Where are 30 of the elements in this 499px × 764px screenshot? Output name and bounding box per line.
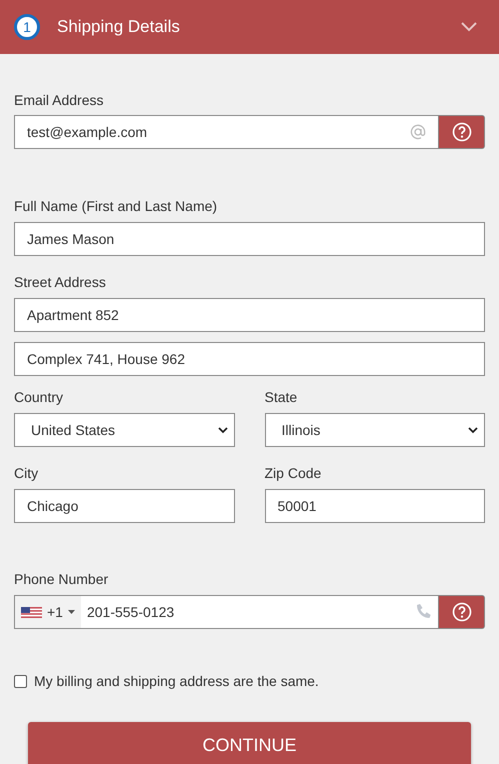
field-label: Phone Number xyxy=(14,570,110,588)
chevron-down-icon xyxy=(468,426,478,434)
field-label: Country xyxy=(14,388,64,406)
state-dropdown[interactable]: Illinois xyxy=(264,413,485,447)
question-icon xyxy=(452,122,472,142)
address-field[interactable]: Apartment 852 xyxy=(14,298,485,332)
section-header[interactable]: 1 Shipping Details xyxy=(0,0,499,54)
question-icon xyxy=(452,602,472,622)
name-field[interactable]: James Mason xyxy=(14,222,485,256)
chevron-down-icon xyxy=(218,426,228,434)
zip-field[interactable]: 50001 xyxy=(264,489,485,523)
checkbox-label: My billing and shipping address are the same. xyxy=(34,672,319,691)
section-title: Shipping Details xyxy=(57,16,180,38)
address-field[interactable]: Complex 741, House 962 xyxy=(14,342,485,376)
field-label: Zip Code xyxy=(264,464,322,482)
email-field[interactable]: test@example.com xyxy=(14,115,439,149)
field-label: Email Address xyxy=(14,91,104,109)
continue-button[interactable]: CONTINUE xyxy=(28,722,471,764)
checkbox[interactable] xyxy=(14,675,27,688)
field-label: State xyxy=(264,388,298,406)
chevron-down-icon xyxy=(461,22,477,32)
field-label: City xyxy=(14,464,40,482)
field-label: Street Address xyxy=(14,273,107,291)
field-label: Full Name (First and Last Name) xyxy=(14,197,218,215)
help-button[interactable] xyxy=(439,115,485,149)
country-dropdown[interactable]: United States xyxy=(14,413,234,447)
step-number: 1 xyxy=(14,14,40,40)
help-button[interactable] xyxy=(439,595,485,629)
at-sign-icon xyxy=(410,124,426,140)
city-field[interactable]: Chicago xyxy=(14,489,234,523)
